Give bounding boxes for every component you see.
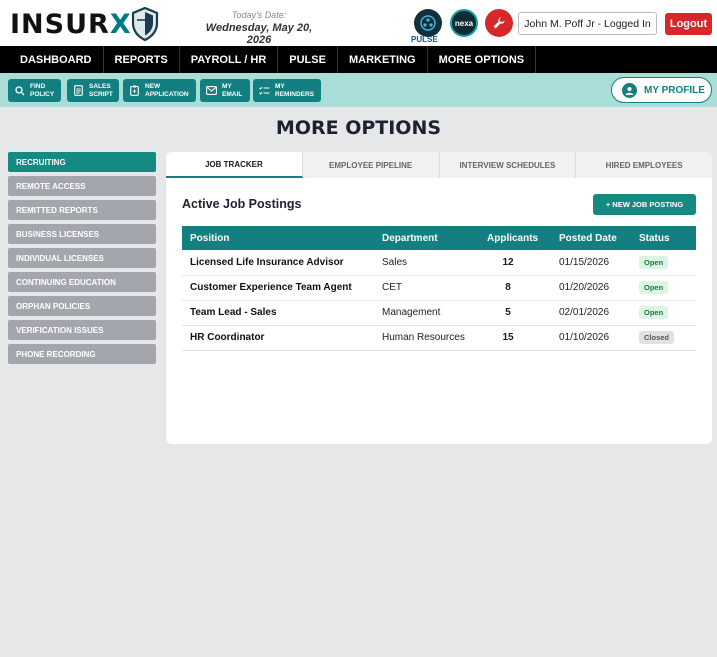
checklist-icon [259,85,270,96]
recruiting-panel: JOB TRACKER EMPLOYEE PIPELINE INTERVIEW … [166,152,712,444]
new-job-posting-button[interactable]: + NEW JOB POSTING [593,194,696,215]
sales-script-label: SALES SCRIPT [89,83,113,98]
cell-position: Licensed Life Insurance Advisor [182,250,374,276]
nav-reports[interactable]: REPORTS [104,46,180,73]
my-profile-button[interactable]: MY PROFILE [611,77,712,103]
nexa-label: nexa [454,18,474,28]
cell-department: CET [374,275,479,301]
pulse-label: PULSE [411,35,438,44]
table-row[interactable]: Team Lead - Sales Management 5 02/01/202… [182,300,696,326]
search-icon [14,85,25,96]
cell-status: Closed [631,325,696,351]
sidebar-item-remitted-reports[interactable]: REMITTED REPORTS [8,200,156,220]
date-caption: Today's Date: [231,10,287,20]
cell-department: Sales [374,250,479,276]
cell-applicants: 5 [479,300,551,326]
tab-hired-employees[interactable]: HIRED EMPLOYEES [576,152,712,178]
tab-interview-schedules[interactable]: INTERVIEW SCHEDULES [440,152,577,178]
cell-posted-date: 02/01/2026 [551,300,631,326]
cell-applicants: 8 [479,275,551,301]
job-postings-table: Position Department Applicants Posted Da… [182,226,696,351]
cell-status: Open [631,250,696,276]
main-nav: DASHBOARD REPORTS PAYROLL / HR PULSE MAR… [0,46,717,73]
my-reminders-label: MY REMINDERS [275,83,315,98]
cell-department: Management [374,300,479,326]
cell-department: Human Resources [374,325,479,351]
sidebar-item-business-licenses[interactable]: BUSINESS LICENSES [8,224,156,244]
sidebar-item-phone-recording[interactable]: PHONE RECORDING [8,344,156,364]
sidebar-item-continuing-education[interactable]: CONTINUING EDUCATION [8,272,156,292]
my-email-button[interactable]: MY EMAIL [200,79,250,102]
options-sidebar: RECRUITING REMOTE ACCESS REMITTED REPORT… [8,152,156,368]
cell-position: Team Lead - Sales [182,300,374,326]
recruiting-tabs: JOB TRACKER EMPLOYEE PIPELINE INTERVIEW … [166,152,712,178]
tab-employee-pipeline[interactable]: EMPLOYEE PIPELINE [303,152,440,178]
nav-payroll-hr[interactable]: PAYROLL / HR [180,46,279,73]
new-application-button[interactable]: NEW APPLICATION [123,79,196,102]
insurx-logo[interactable]: INSURX [10,6,160,42]
table-header-row: Position Department Applicants Posted Da… [182,226,696,250]
pulse-glyph-icon [420,15,436,31]
user-icon [622,82,637,98]
logo-wordmark: INSURX [10,8,132,40]
todays-date: Today's Date: Wednesday, May 20, 2026 [196,10,322,46]
cell-posted-date: 01/15/2026 [551,250,631,276]
shield-logo-icon [131,6,158,42]
cell-status: Open [631,300,696,326]
nav-pulse[interactable]: PULSE [278,46,338,73]
wrench-icon[interactable] [485,9,513,37]
nexa-app-icon[interactable]: nexa [450,9,478,37]
wrench-glyph-icon [493,17,505,29]
section-title: Active Job Postings [182,197,302,211]
sidebar-item-individual-licenses[interactable]: INDIVIDUAL LICENSES [8,248,156,268]
status-badge: Open [639,306,669,319]
nav-marketing[interactable]: MARKETING [338,46,428,73]
sidebar-item-orphan-policies[interactable]: ORPHAN POLICIES [8,296,156,316]
cell-position: HR Coordinator [182,325,374,351]
logged-in-user: John M. Poff Jr - Logged In [518,12,657,35]
column-header-applicants[interactable]: Applicants [479,226,551,250]
column-header-status[interactable]: Status [631,226,696,250]
logout-button[interactable]: Logout [665,13,712,35]
my-reminders-button[interactable]: MY REMINDERS [253,79,321,102]
column-header-department[interactable]: Department [374,226,479,250]
status-badge: Open [639,255,669,269]
sales-script-button[interactable]: SALES SCRIPT [67,79,119,102]
column-header-posted-date[interactable]: Posted Date [551,226,631,250]
my-email-label: MY EMAIL [222,83,243,98]
sidebar-item-verification-issues[interactable]: VERIFICATION ISSUES [8,320,156,340]
quick-toolbar: FIND POLICY SALES SCRIPT NEW APPLICATION MY… [0,73,717,107]
table-row[interactable]: HR Coordinator Human Resources 15 01/10/… [182,325,696,351]
cell-applicants: 15 [479,325,551,351]
nav-dashboard[interactable]: DASHBOARD [0,46,104,73]
sidebar-item-recruiting[interactable]: RECRUITING [8,152,156,172]
cell-position: Customer Experience Team Agent [182,275,374,301]
envelope-icon [206,85,217,96]
tab-job-tracker[interactable]: JOB TRACKER [166,152,303,178]
find-policy-button[interactable]: FIND POLICY [8,79,61,102]
date-value: Wednesday, May 20, 2026 [205,22,313,46]
sidebar-item-remote-access[interactable]: REMOTE ACCESS [8,176,156,196]
status-badge: Open [639,281,669,294]
page-title: MORE OPTIONS [275,117,442,139]
column-header-position[interactable]: Position [182,226,374,250]
table-row[interactable]: Licensed Life Insurance Advisor Sales 12… [182,250,696,276]
cell-posted-date: 01/20/2026 [551,275,631,301]
clipboard-plus-icon [129,85,140,96]
document-icon [73,85,84,96]
new-application-label: NEW APPLICATION [145,83,189,98]
cell-status: Open [631,275,696,301]
my-profile-label: MY PROFILE [644,84,705,96]
find-policy-label: FIND POLICY [30,83,55,98]
top-header: INSURX Today's Date: Wednesday, May 20, … [0,0,717,46]
cell-applicants: 12 [479,250,551,276]
status-badge: Closed [639,331,675,344]
cell-posted-date: 01/10/2026 [551,325,631,351]
pulse-app-icon[interactable] [414,9,442,37]
table-row[interactable]: Customer Experience Team Agent CET 8 01/… [182,275,696,301]
nav-more-options[interactable]: MORE OPTIONS [428,46,537,73]
